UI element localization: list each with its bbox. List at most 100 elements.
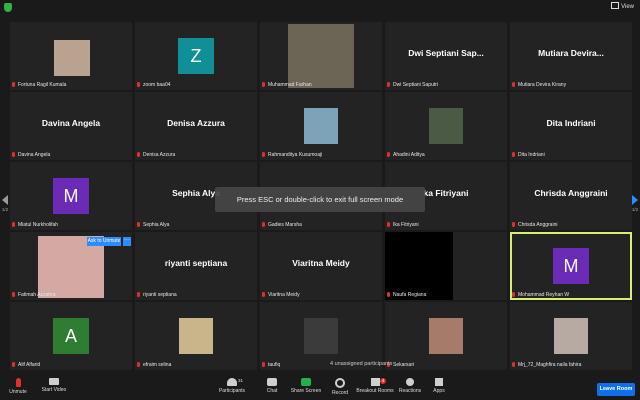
participant-tile[interactable]: Sekarsari: [385, 302, 507, 370]
participant-tile[interactable]: Naufa Regiana: [385, 232, 507, 300]
participant-tile[interactable]: Davina Angela Davina Angela: [10, 92, 132, 160]
avatar: A: [53, 318, 89, 354]
more-options-button[interactable]: ···: [123, 237, 131, 246]
microphone-muted-icon: [262, 292, 265, 297]
ask-to-unmute-button[interactable]: Ask to Unmute: [87, 237, 121, 246]
microphone-muted-icon: [262, 152, 265, 157]
participant-name-tag: Miatul Nurkholifah: [12, 222, 58, 228]
participant-video: [429, 108, 463, 144]
breakout-rooms-label: Breakout Rooms: [356, 388, 394, 394]
smiley-icon: [406, 378, 414, 386]
participant-name: Denisa Azzura: [143, 152, 176, 158]
participant-video: [554, 318, 588, 354]
view-button[interactable]: View: [611, 2, 634, 10]
start-video-button[interactable]: Start Video: [38, 378, 70, 393]
participant-tile[interactable]: Viaritna Meidy Viaritna Meidy: [260, 232, 382, 300]
apps-button[interactable]: Apps: [430, 378, 448, 394]
participant-tile[interactable]: Dwi Septiani Sap... Dwi Septiani Saputri: [385, 22, 507, 90]
participant-name: taufiq: [268, 362, 281, 368]
participants-button[interactable]: Participants 31: [218, 378, 246, 394]
participant-video: [288, 24, 354, 88]
avatar: M: [53, 178, 89, 214]
participant-display-name: Viaritna Meidy: [292, 258, 350, 268]
participant-name-tag: efraim selina: [137, 362, 171, 368]
participant-tile[interactable]: Mrj_72_Maghfira naila fahira: [510, 302, 632, 370]
microphone-muted-icon: [387, 82, 390, 87]
participant-name-tag: Mutiara Devira Kirany: [512, 82, 566, 88]
participant-tile[interactable]: Fortuna Ragil Kumala: [10, 22, 132, 90]
microphone-muted-icon: [512, 152, 515, 157]
start-video-label: Start Video: [41, 387, 67, 393]
next-page-button[interactable]: 1/2: [630, 185, 640, 215]
participant-name-tag: Sephia Alya: [137, 222, 169, 228]
share-screen-button[interactable]: Share Screen: [290, 378, 322, 394]
participant-name: Muhammad Farhan: [268, 82, 312, 88]
participant-name: Dita Indriani: [518, 152, 545, 158]
participant-tile[interactable]: taufiq: [260, 302, 382, 370]
participant-tile[interactable]: Dita Indriani Dita Indriani: [510, 92, 632, 160]
participant-name: Fortuna Ragil Kumala: [18, 82, 67, 88]
participant-video: [304, 318, 338, 354]
record-icon: [335, 378, 345, 388]
participant-name-tag: Mrj_72_Maghfira naila fahira: [512, 362, 581, 368]
participant-name-tag: Fatimah Azzahra: [12, 292, 56, 298]
participant-name-tag: Muhammad Farhan: [262, 82, 312, 88]
participant-name: Ahadini Aditya: [393, 152, 425, 158]
participant-tile[interactable]: Denisa Azzura Denisa Azzura: [135, 92, 257, 160]
participant-name-tag: Naufa Regiana: [387, 292, 426, 298]
microphone-muted-icon: [12, 292, 15, 297]
microphone-muted-icon: [512, 362, 515, 367]
participant-name-tag: Ahadini Aditya: [387, 152, 425, 158]
unassigned-participants-label: 4 unassigned participants: [330, 361, 393, 367]
reactions-button[interactable]: Reactions: [398, 378, 422, 394]
participant-display-name: Chrisda Anggraini: [534, 188, 608, 198]
microphone-muted-icon: [137, 222, 140, 227]
record-button[interactable]: Record: [329, 378, 351, 396]
participant-name: Mohammad Reyhan W: [518, 292, 570, 298]
participant-video: [54, 40, 90, 76]
participant-tile[interactable]: Chrisda Anggraini Chrisda Anggraini: [510, 162, 632, 230]
breakout-rooms-icon: [370, 378, 380, 386]
participant-display-name: Davina Angela: [41, 118, 101, 128]
microphone-muted-icon: [512, 82, 515, 87]
participant-video: [304, 108, 338, 144]
participant-name-tag: Dwi Septiani Saputri: [387, 82, 438, 88]
participant-name-tag: Fortuna Ragil Kumala: [12, 82, 66, 88]
unmute-button[interactable]: Unmute: [6, 378, 30, 395]
share-screen-icon: [301, 378, 311, 386]
participant-tile[interactable]: M Miatul Nurkholifah: [10, 162, 132, 230]
participants-label: Participants: [218, 388, 246, 394]
shield-icon[interactable]: [4, 3, 12, 12]
share-screen-label: Share Screen: [290, 388, 322, 394]
microphone-muted-icon: [12, 362, 15, 367]
participant-name: Chrisda Anggraini: [518, 222, 558, 228]
participant-tile[interactable]: M Mohammad Reyhan W: [510, 232, 632, 300]
participant-tile[interactable]: Zzoom baa04: [135, 22, 257, 90]
leave-room-button[interactable]: Leave Room: [597, 383, 635, 396]
microphone-muted-icon: [262, 82, 265, 87]
participant-name: Naufa Regiana: [393, 292, 427, 298]
participant-name-tag: Chrisda Anggraini: [512, 222, 557, 228]
participant-name: Gadies Marsha: [268, 222, 302, 228]
participant-tile[interactable]: Rahmanditya Kusumoaji: [260, 92, 382, 160]
microphone-muted-icon: [137, 362, 140, 367]
participant-name-tag: Alif Alfarid: [12, 362, 40, 368]
participant-name: Alif Alfarid: [18, 362, 41, 368]
participant-tile[interactable]: Ahadini Aditya: [385, 92, 507, 160]
participant-tile[interactable]: Mutiara Devira... Mutiara Devira Kirany: [510, 22, 632, 90]
chat-button[interactable]: Chat: [262, 378, 282, 394]
participant-name: riyanti septiana: [143, 292, 177, 298]
participant-tile[interactable]: efraim selina: [135, 302, 257, 370]
previous-page-button[interactable]: 1/2: [0, 185, 10, 215]
participant-tile[interactable]: Muhammad Farhan: [260, 22, 382, 90]
participant-name: Davina Angela: [18, 152, 51, 158]
avatar: Z: [178, 38, 214, 74]
page-indicator-right: 1/2: [631, 207, 639, 212]
participant-name: Fatimah Azzahra: [18, 292, 56, 298]
breakout-rooms-button[interactable]: Breakout Rooms 4: [356, 378, 394, 394]
avatar: M: [553, 248, 589, 284]
microphone-muted-icon: [387, 152, 390, 157]
participant-tile[interactable]: riyanti septiana riyanti septiana: [135, 232, 257, 300]
participant-tile[interactable]: A Alif Alfarid: [10, 302, 132, 370]
meeting-toolbar: Unmute Start Video Participants 31 Chat …: [0, 375, 640, 400]
